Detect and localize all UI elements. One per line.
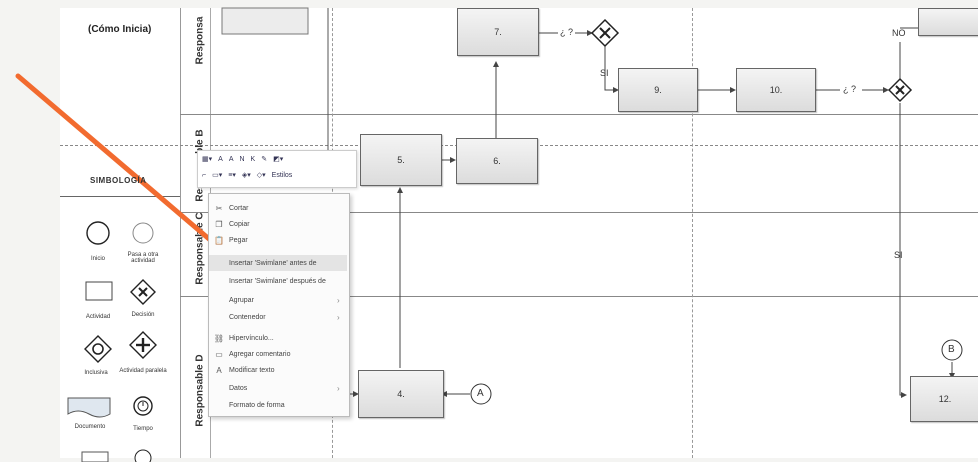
fill-color-icon[interactable]: ◈▾ (242, 171, 251, 179)
menu-item-paste[interactable]: 📋 Pegar (209, 232, 347, 248)
symbology-label-inclusive: Inclusiva (84, 370, 108, 376)
partial-shape-icon (81, 451, 109, 462)
bold-icon[interactable]: N (239, 156, 244, 163)
menu-item-insert-swimlane-before[interactable]: Insertar 'Swimlane' antes de (209, 255, 347, 271)
paste-icon: 📋 (214, 235, 224, 245)
connector-circle-icon (132, 222, 154, 244)
connector-tool-icon[interactable]: ⌐ (202, 172, 206, 179)
symbology-icons (67, 221, 157, 462)
activity-rect-icon (85, 281, 113, 301)
shape-7[interactable]: 7. (457, 8, 539, 56)
menu-item-add-comment[interactable]: ▭ Agregar comentario (209, 346, 347, 362)
mini-toolbar: ▦▾ A A N K ✎ ◩▾ ⌐ ▭▾ ≡▾ ◈▾ ◇▾ Estilos (197, 150, 357, 188)
context-menu: ✂ Cortar ❐ Copiar 📋 Pegar Insertar 'Swimlan… (208, 193, 350, 417)
submenu-arrow-icon: › (337, 383, 340, 393)
partial-shape-icon (134, 449, 152, 462)
shape-partial-top-right[interactable] (918, 8, 978, 36)
symbology-label-connector: Pasa a otra actividad (127, 252, 159, 264)
symbology-label-decision: Decisión (131, 312, 155, 318)
copy-icon: ❐ (215, 219, 223, 229)
symbology-label-timer: Tiempo (133, 426, 153, 432)
comment-icon: ▭ (215, 349, 223, 359)
font-shrink-icon[interactable]: A (229, 156, 234, 163)
parallel-gateway-icon (129, 331, 157, 359)
align-icon[interactable]: ≡▾ (228, 171, 236, 179)
symbology-title: SIMBOLOGÍA (90, 176, 147, 185)
italic-icon[interactable]: K (251, 156, 256, 163)
menu-item-data[interactable]: Datos › (209, 380, 347, 396)
shape-12[interactable]: 12. (910, 376, 978, 422)
document-icon (67, 397, 111, 418)
shape-10[interactable]: 10. (736, 68, 816, 112)
styles-button[interactable]: Estilos (272, 172, 293, 179)
toolbar-row-1: ▦▾ A A N K ✎ ◩▾ (202, 155, 283, 164)
shape-9[interactable]: 9. (618, 68, 698, 112)
box-tool-icon[interactable]: ▭▾ (212, 171, 222, 179)
flow-label-question: ¿ ? (843, 84, 857, 94)
flow-label-si: SI (600, 68, 609, 78)
line-color-icon[interactable]: ◇▾ (257, 171, 266, 179)
format-painter-icon[interactable]: ✎ (261, 155, 267, 163)
start-circle-icon (86, 221, 110, 245)
menu-item-copy[interactable]: ❐ Copiar (209, 216, 347, 232)
shape-4[interactable]: 4. (358, 370, 444, 418)
menu-item-hyperlink[interactable]: ⛓ Hipervínculo... (209, 330, 347, 346)
cut-icon: ✂ (215, 203, 223, 213)
timer-icon (133, 396, 153, 416)
menu-item-insert-swimlane-after[interactable]: Insertar 'Swimlane' después de (209, 273, 347, 289)
inclusive-gateway-icon (84, 335, 112, 363)
submenu-arrow-icon: › (337, 312, 340, 322)
connector-b-label: B (948, 344, 955, 355)
exclusive-gateway-icon (887, 77, 913, 103)
font-grow-icon[interactable]: A (218, 156, 223, 163)
link-icon: ⛓ (213, 333, 225, 343)
menu-item-shape-format[interactable]: Formato de forma (209, 397, 347, 413)
shape-6[interactable]: 6. (456, 138, 538, 184)
exclusive-gateway-icon (130, 279, 156, 305)
menu-item-group[interactable]: Agrupar › (209, 292, 347, 308)
flow-label-si: SI (894, 250, 903, 260)
exclusive-gateway-icon (590, 18, 620, 48)
symbology-label-document: Documento (74, 424, 106, 430)
menu-item-edit-text[interactable]: A Modificar texto (209, 362, 347, 378)
connector-a-label: A (477, 388, 484, 399)
menu-item-container[interactable]: Contenedor › (209, 309, 347, 325)
text-icon: A (216, 365, 222, 375)
shape-5[interactable]: 5. (360, 134, 442, 186)
color-picker-icon[interactable]: ◩▾ (273, 155, 283, 163)
submenu-arrow-icon: › (337, 295, 340, 305)
flow-label-question: ¿ ? (560, 27, 574, 37)
menu-item-cut[interactable]: ✂ Cortar (209, 200, 347, 216)
flow-label-no: NO (892, 28, 906, 38)
grid-icon[interactable]: ▦▾ (202, 155, 212, 163)
symbology-label-parallel: Actividad paralela (119, 368, 167, 374)
toolbar-row-2: ⌐ ▭▾ ≡▾ ◈▾ ◇▾ Estilos (202, 171, 293, 180)
